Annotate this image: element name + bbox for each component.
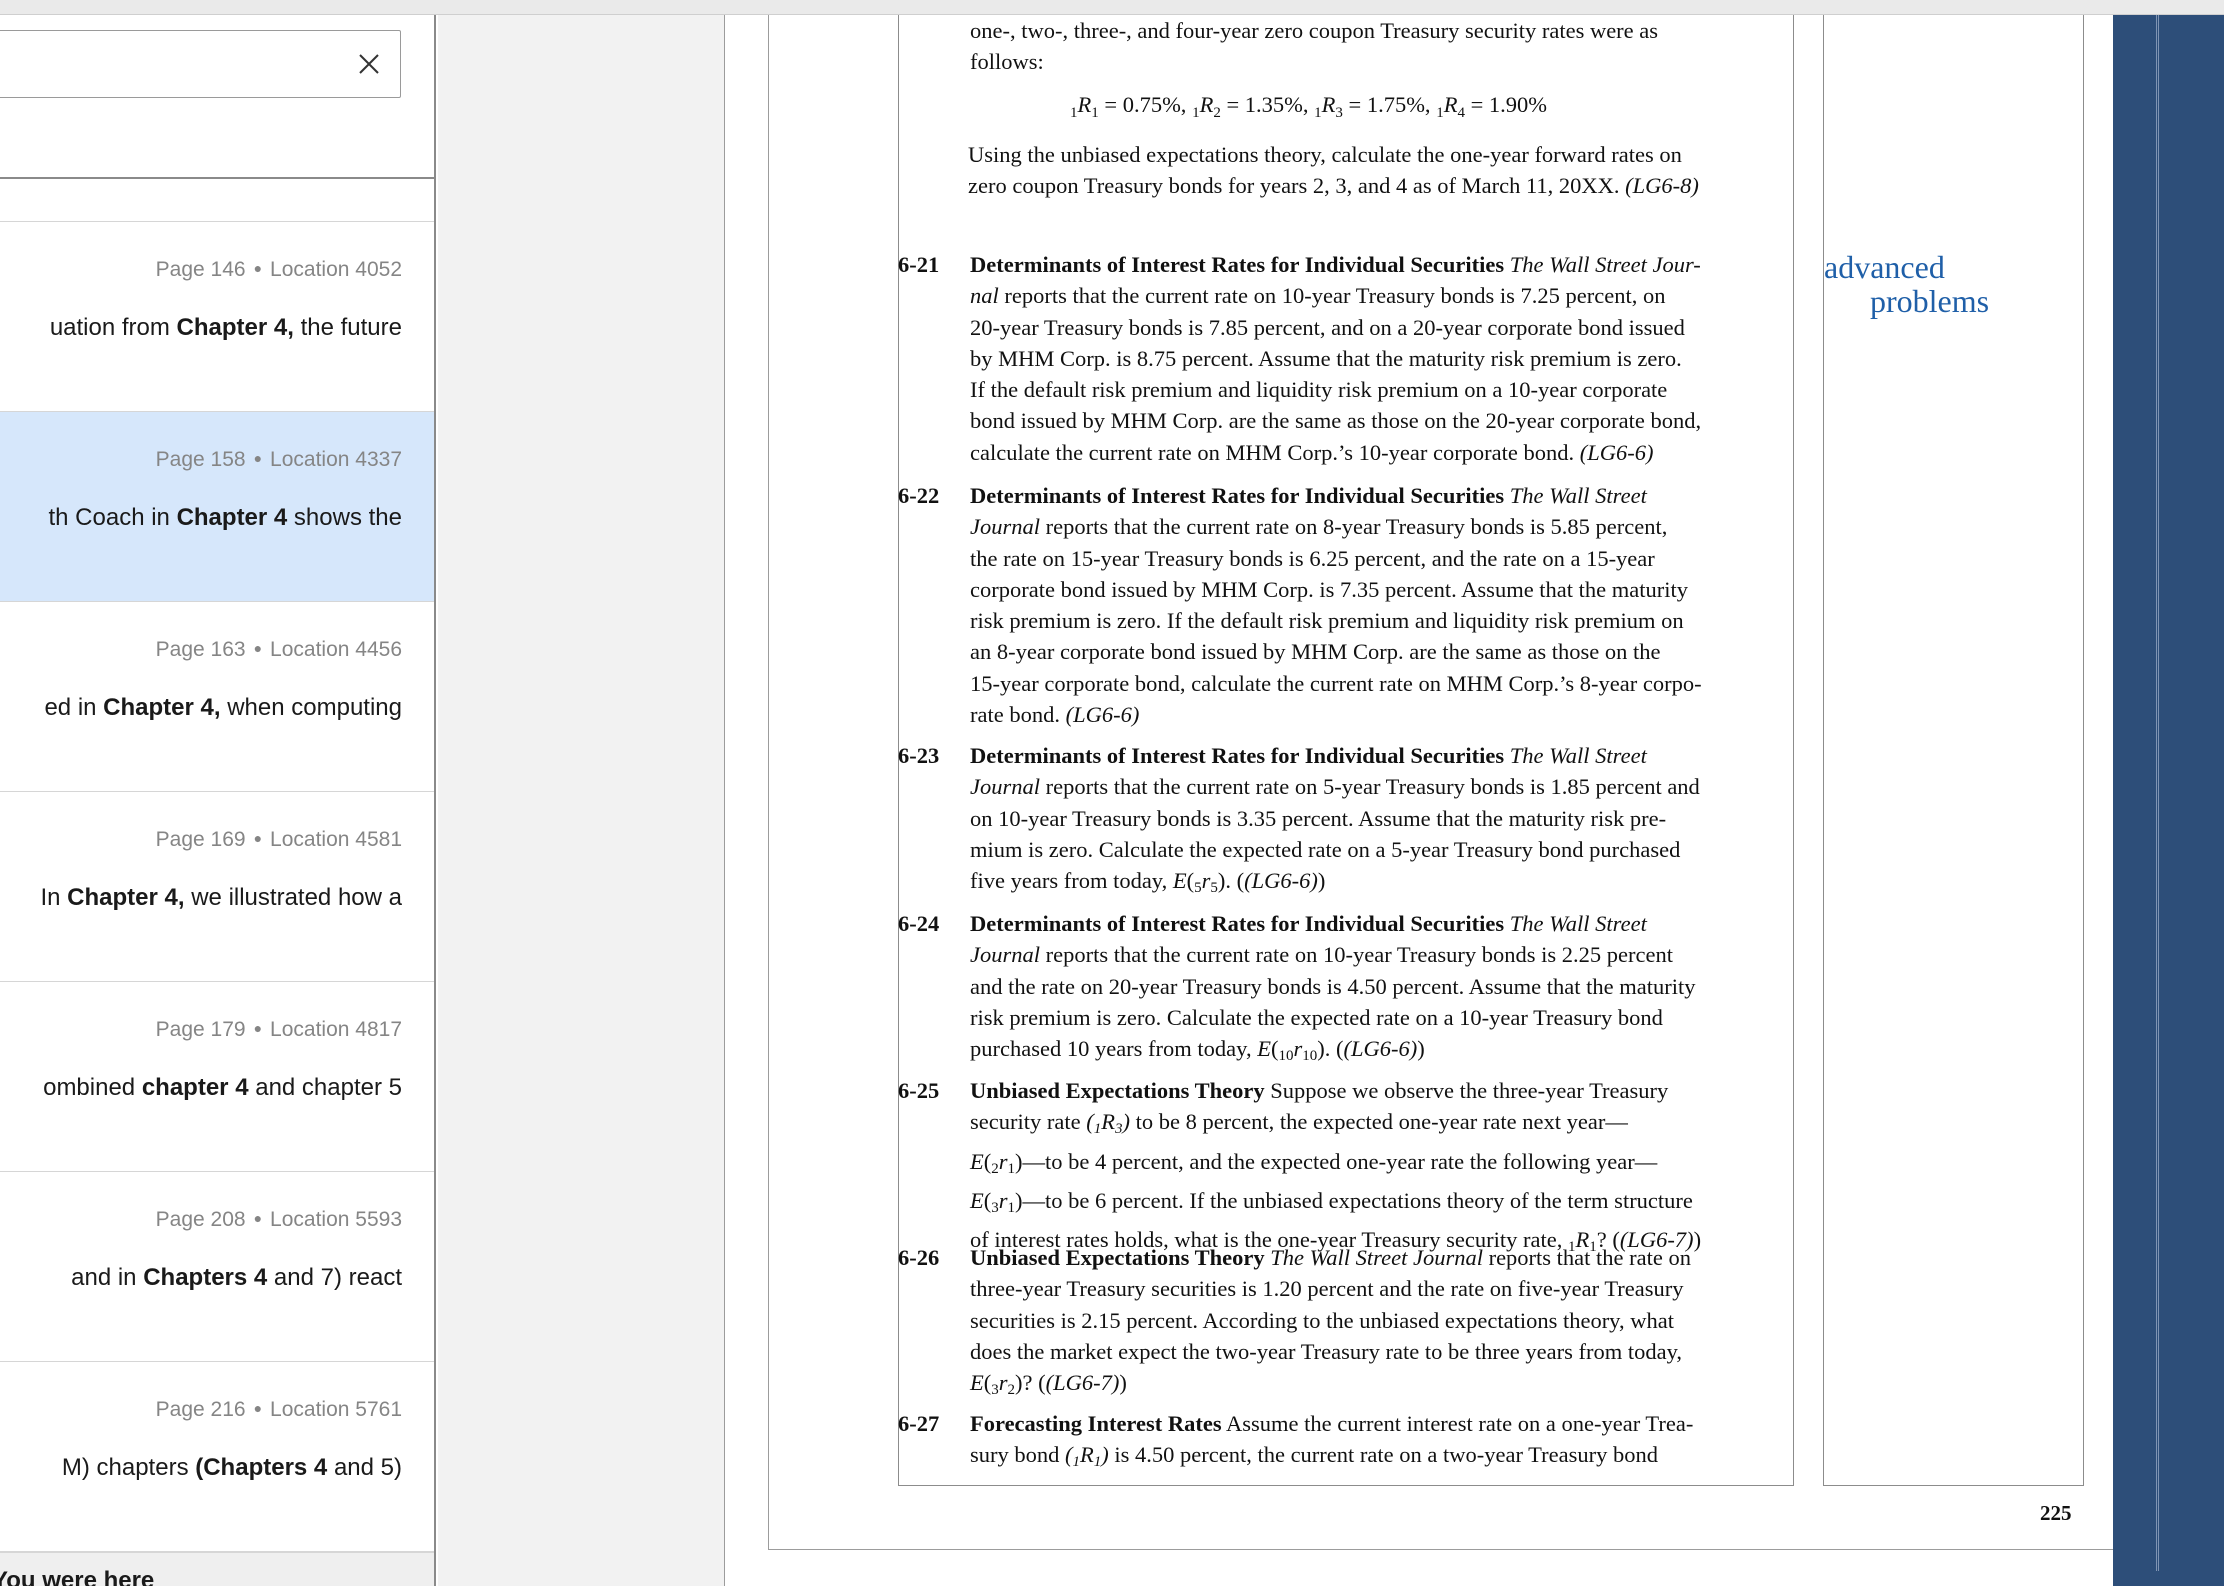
search-sidebar: Page 146 ● Location 4052 uation from Chapt… <box>0 15 436 1586</box>
result-location: Page 158 ● Location 4337 <box>155 448 402 471</box>
margin-heading: advanced problems <box>1824 249 1990 319</box>
result-location: Page 163 ● Location 4456 <box>155 638 402 661</box>
result-snippet: ombined chapter 4 and chapter 5 <box>43 1074 402 1101</box>
result-snippet: In Chapter 4, we illustrated how a <box>40 884 402 911</box>
result-snippet: th Coach in Chapter 4 shows thetions <box>48 504 402 531</box>
spine-edge-line <box>2156 15 2157 1571</box>
search-result[interactable]: Page 179 ● Location 4817 ombined chapter 4… <box>0 982 434 1172</box>
result-snippet: M) chapters (Chapters 4 and 5) <box>61 1454 402 1481</box>
rates-equation: 1R1 = 0.75%, 1R2 = 1.35%, 1R3 = 1.75%, 1… <box>1070 92 1547 121</box>
search-input[interactable] <box>0 31 321 97</box>
result-location: Page 208 ● Location 5593 <box>155 1208 402 1231</box>
result-location: Page 216 ● Location 5761 <box>155 1398 402 1421</box>
close-icon[interactable] <box>356 51 382 77</box>
search-result[interactable]: Page 169 ● Location 4581 In Chapter 4, we … <box>0 792 434 982</box>
search-result[interactable]: Page 146 ● Location 4052 uation from Chapt… <box>0 222 434 412</box>
result-snippet: ed in Chapter 4, when computing <box>44 694 402 721</box>
window-top-bar <box>0 0 2224 15</box>
search-result[interactable]: Page 163 ● Location 4456 ed in Chapter 4, … <box>0 602 434 792</box>
sidebar-spacer <box>0 179 434 222</box>
result-location: Page 146 ● Location 4052 <box>155 258 402 281</box>
result-snippet: and in Chapters 4 and 7) react <box>71 1264 402 1291</box>
margin-column-box <box>1823 15 2084 1486</box>
spine-edge-line <box>2158 15 2159 1571</box>
intro-paragraph: one-, two-, three-, and four-year zero c… <box>970 18 1659 75</box>
search-results-list: Page 146 ● Location 4052 uation from Chapt… <box>0 222 434 1552</box>
result-location: Page 169 ● Location 4581 <box>155 828 402 851</box>
using-paragraph: Using the unbiased expectations theory, … <box>968 142 1699 199</box>
you-were-here-marker[interactable]: You were here <box>0 1552 434 1586</box>
book-spine <box>2113 15 2224 1586</box>
result-location: Page 179 ● Location 4817 <box>155 1018 402 1041</box>
search-result[interactable]: Page 216 ● Location 5761 M) chapters (Chap… <box>0 1362 434 1552</box>
search-box[interactable] <box>0 30 401 98</box>
search-result[interactable]: Page 208 ● Location 5593 and in Chapters 4… <box>0 1172 434 1362</box>
result-snippet: uation from Chapter 4, the future <box>49 314 402 341</box>
page-number: 225 <box>2040 1501 2072 1525</box>
search-result-selected[interactable]: Page 158 ● Location 4337 th Coach in Chapt… <box>0 412 434 602</box>
